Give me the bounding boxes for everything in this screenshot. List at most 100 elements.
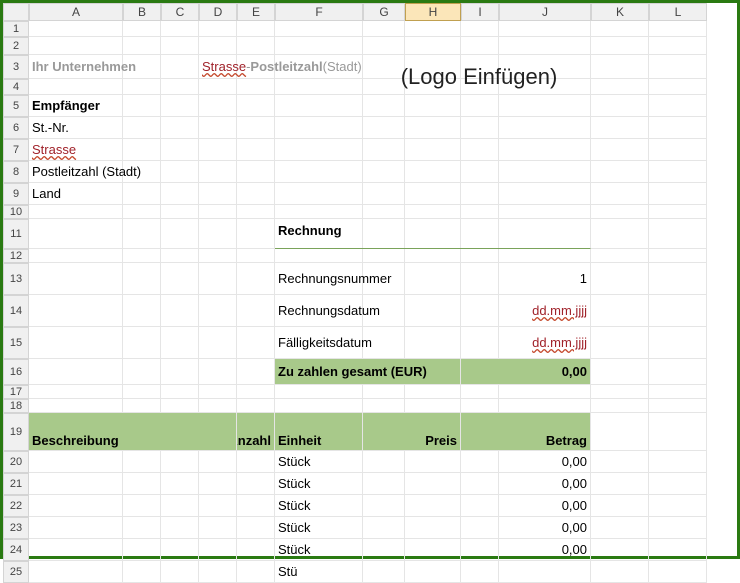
cell-L21[interactable] [649,473,707,495]
cell-H12[interactable] [405,249,461,263]
cell-F10[interactable] [275,205,363,219]
cell-C16[interactable] [161,359,199,385]
td-amount-24[interactable]: 0,00 [461,539,591,561]
cell-H20[interactable] [405,451,461,473]
cell-L8[interactable] [649,161,707,183]
cell-I10[interactable] [461,205,499,219]
cell-B12[interactable] [123,249,161,263]
cell-H10[interactable] [405,205,461,219]
cell-B15[interactable] [123,327,161,359]
cell-H8[interactable] [405,161,461,183]
cell-L15[interactable] [649,327,707,359]
cell-L18[interactable] [649,399,707,413]
cell-K18[interactable] [591,399,649,413]
row-header-19[interactable]: 19 [3,413,29,451]
cell-K10[interactable] [591,205,649,219]
cell-F7[interactable] [275,139,363,161]
row-header-13[interactable]: 13 [3,263,29,295]
cell-B2[interactable] [123,37,161,55]
cell-C10[interactable] [161,205,199,219]
cell-A10[interactable] [29,205,123,219]
cell-G6[interactable] [363,117,405,139]
row-header-3[interactable]: 3 [3,55,29,79]
cell-C14[interactable] [161,295,199,327]
cell-L25[interactable] [649,561,707,583]
cell-E25[interactable] [237,561,275,583]
cell-K21[interactable] [591,473,649,495]
cell-L11[interactable] [649,219,707,249]
column-header-J[interactable]: J [499,3,591,21]
cell-K23[interactable] [591,517,649,539]
cell-D11[interactable] [199,219,237,249]
cell-D12[interactable] [199,249,237,263]
td-unit-25[interactable]: Stü [275,561,363,583]
invoice-number-label[interactable]: Rechnungsnummer [275,263,461,295]
cell-L12[interactable] [649,249,707,263]
cell-L22[interactable] [649,495,707,517]
cell-D18[interactable] [199,399,237,413]
cell-A14[interactable] [29,295,123,327]
cell-K6[interactable] [591,117,649,139]
column-header-A[interactable]: A [29,3,123,21]
cell-D15[interactable] [199,327,237,359]
cell-B1[interactable] [123,21,161,37]
cell-L17[interactable] [649,385,707,399]
cell-B13[interactable] [123,263,161,295]
invoice-heading[interactable]: Rechnung [275,219,591,249]
cell-D22[interactable] [199,495,237,517]
cell-E21[interactable] [237,473,275,495]
column-header-F[interactable]: F [275,3,363,21]
cell-D2[interactable] [199,37,237,55]
cell-L7[interactable] [649,139,707,161]
cell-K15[interactable] [591,327,649,359]
cell-D17[interactable] [199,385,237,399]
cell-B4[interactable] [123,79,161,95]
cell-E20[interactable] [237,451,275,473]
cell-B17[interactable] [123,385,161,399]
cell-A13[interactable] [29,263,123,295]
cell-K7[interactable] [591,139,649,161]
cell-K24[interactable] [591,539,649,561]
cell-G25[interactable] [363,561,405,583]
td-unit-21[interactable]: Stück [275,473,363,495]
th-price[interactable]: Preis [363,413,461,451]
cell-L14[interactable] [649,295,707,327]
cell-G18[interactable] [363,399,405,413]
row-header-16[interactable]: 16 [3,359,29,385]
column-header-G[interactable]: G [363,3,405,21]
cell-H22[interactable] [405,495,461,517]
th-unit[interactable]: Einheit [275,413,363,451]
cell-A22[interactable] [29,495,123,517]
cell-B10[interactable] [123,205,161,219]
cell-H18[interactable] [405,399,461,413]
cell-K25[interactable] [591,561,649,583]
cell-C25[interactable] [161,561,199,583]
cell-E11[interactable] [237,219,275,249]
cell-G7[interactable] [363,139,405,161]
cell-F17[interactable] [275,385,363,399]
column-header-C[interactable]: C [161,3,199,21]
cell-A15[interactable] [29,327,123,359]
cell-E8[interactable] [237,161,275,183]
row-header-5[interactable]: 5 [3,95,29,117]
cell-I17[interactable] [461,385,499,399]
cell-H25[interactable] [405,561,461,583]
cell-J12[interactable] [499,249,591,263]
column-header-L[interactable]: L [649,3,707,21]
cell-L1[interactable] [649,21,707,37]
td-amount-23[interactable]: 0,00 [461,517,591,539]
td-amount-22[interactable]: 0,00 [461,495,591,517]
cell-A4[interactable] [29,79,123,95]
cell-A11[interactable] [29,219,123,249]
cell-L13[interactable] [649,263,707,295]
cell-B16[interactable] [123,359,161,385]
cell-E10[interactable] [237,205,275,219]
cell-E6[interactable] [237,117,275,139]
invoice-total-value[interactable]: 0,00 [461,359,591,385]
cell-E13[interactable] [237,263,275,295]
cell-J17[interactable] [499,385,591,399]
cell-G1[interactable] [363,21,405,37]
cell-E16[interactable] [237,359,275,385]
cell-D13[interactable] [199,263,237,295]
cell-J8[interactable] [499,161,591,183]
